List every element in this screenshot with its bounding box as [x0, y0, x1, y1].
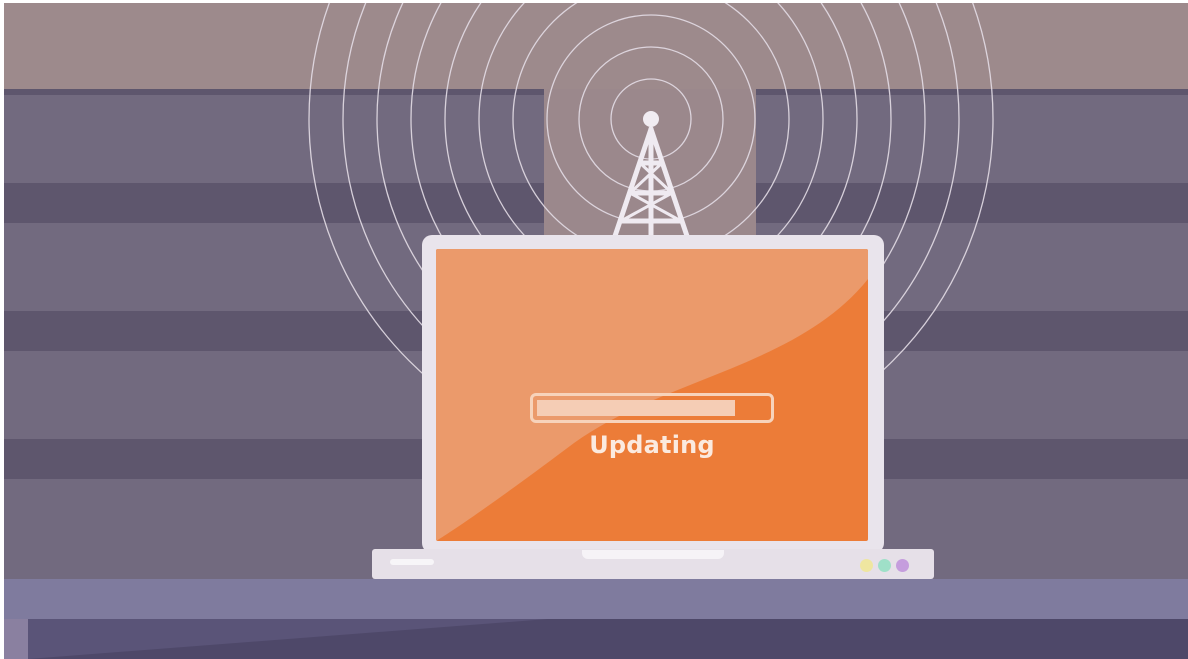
- status-label: Updating: [589, 431, 715, 459]
- progress-bar: [530, 393, 774, 423]
- progress-fill: [537, 400, 735, 416]
- illustration-scene: Updating: [4, 3, 1188, 659]
- indicator-light-green: [878, 559, 891, 572]
- shelf-edge: [4, 619, 28, 659]
- laptop-opening-notch: [582, 550, 724, 559]
- radio-tower-icon: [611, 126, 691, 242]
- laptop-vent: [390, 559, 434, 565]
- tower-beacon: [643, 111, 659, 127]
- shelf-top: [4, 579, 1188, 619]
- indicator-light-yellow: [860, 559, 873, 572]
- indicator-light-purple: [896, 559, 909, 572]
- laptop-screen: Updating: [436, 249, 868, 541]
- shelf-shadow: [28, 619, 548, 659]
